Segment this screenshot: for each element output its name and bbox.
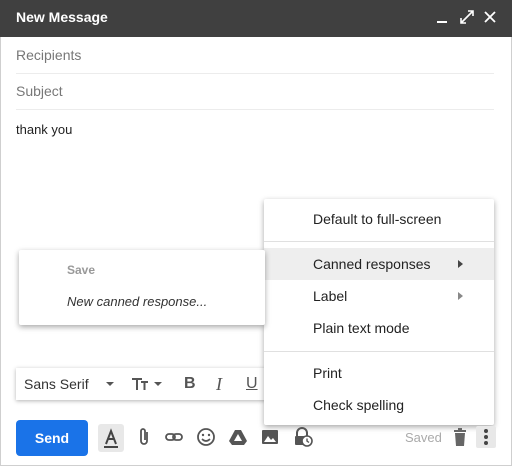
menu-item-print[interactable]: Print (264, 357, 494, 389)
more-options-icon[interactable] (476, 426, 496, 448)
text-size-icon[interactable] (130, 374, 166, 394)
send-button[interactable]: Send (16, 420, 88, 456)
attach-file-icon[interactable] (133, 426, 155, 448)
close-icon[interactable] (482, 9, 498, 25)
submenu-arrow-icon (458, 292, 463, 300)
menu-item-label: Check spelling (313, 397, 405, 413)
insert-photo-icon[interactable] (259, 426, 281, 448)
insert-link-icon[interactable] (163, 426, 185, 448)
more-options-menu: Default to full-screen Canned responses … (264, 199, 494, 425)
submenu-save: Save (67, 263, 96, 277)
compose-header: New Message (0, 0, 512, 37)
menu-item-plain-text-mode[interactable]: Plain text mode (264, 312, 494, 344)
recipients-field[interactable]: Recipients (16, 37, 494, 74)
submenu-arrow-icon (458, 260, 463, 268)
full-screen-icon[interactable] (459, 9, 475, 25)
bold-icon[interactable]: B (184, 374, 196, 394)
menu-item-canned-responses[interactable]: Canned responses (264, 248, 494, 280)
menu-item-default-full-screen[interactable]: Default to full-screen (264, 203, 494, 235)
chevron-down-icon[interactable] (104, 374, 116, 394)
text-formatting-icon[interactable] (98, 424, 124, 452)
font-family-select[interactable]: Sans Serif (24, 376, 89, 392)
google-drive-icon[interactable] (227, 426, 249, 448)
emoji-icon[interactable] (195, 426, 217, 448)
menu-item-label: Plain text mode (313, 320, 410, 336)
confidential-mode-icon[interactable] (291, 426, 313, 448)
menu-item-label: Label (313, 288, 348, 304)
menu-item-label: Print (313, 365, 342, 381)
window-title: New Message (16, 9, 108, 25)
menu-item-label: Default to full-screen (313, 211, 442, 227)
subject-field[interactable]: Subject (16, 73, 494, 110)
menu-divider (264, 351, 494, 352)
canned-responses-submenu: Save New canned response... (19, 250, 265, 325)
draft-status: Saved (405, 430, 442, 445)
menu-item-check-spelling[interactable]: Check spelling (264, 389, 494, 421)
menu-divider (264, 241, 494, 242)
submenu-new-canned-response[interactable]: New canned response... (67, 294, 207, 309)
italic-icon[interactable]: I (216, 374, 222, 394)
formatting-toolbar: Sans Serif B I U (16, 368, 266, 400)
message-body[interactable]: thank you (16, 122, 72, 137)
underline-icon[interactable]: U (246, 374, 258, 394)
menu-item-label: Canned responses (313, 256, 431, 272)
menu-item-label[interactable]: Label (264, 280, 494, 312)
trash-icon[interactable] (449, 426, 471, 448)
minimize-icon[interactable] (434, 9, 450, 25)
